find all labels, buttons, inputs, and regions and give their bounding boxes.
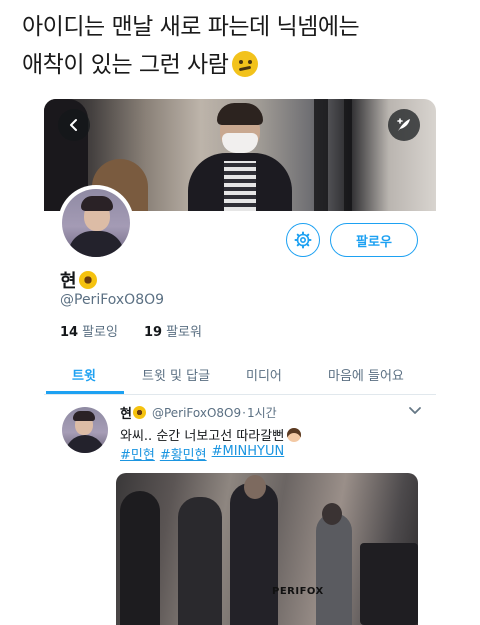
settings-button[interactable] (286, 223, 320, 257)
caption-line-1: 아이디는 맨날 새로 파는데 닉넴에는 (22, 14, 360, 40)
media-figure (316, 513, 352, 625)
hashtag-link[interactable]: #MINHYUN (212, 444, 285, 463)
following-stat[interactable]: 14 팔로잉 (60, 321, 118, 340)
profile-display-name: 현 (60, 267, 97, 293)
compose-feather-icon (397, 118, 410, 131)
media-object (360, 543, 418, 625)
back-button[interactable] (58, 109, 90, 141)
banner-stripe (344, 99, 352, 211)
followers-label: 팔로워 (166, 325, 202, 340)
person-emoji-icon (287, 428, 302, 442)
media-figure (120, 491, 160, 625)
follow-button[interactable]: 팔로우 (330, 223, 418, 257)
profile-avatar[interactable] (58, 185, 134, 261)
profile-tabs: 트윗 트윗 및 답글 미디어 마음에 들어요 (44, 355, 436, 395)
caption-line-2-text: 애착이 있는 그런 사람 (22, 52, 229, 78)
banner-person (184, 103, 294, 211)
tweet-timestamp[interactable]: 1시간 (247, 404, 277, 421)
tweet-author-name[interactable]: 현 (120, 403, 132, 422)
media-figure (230, 483, 278, 625)
active-tab-indicator (46, 391, 124, 394)
tweet-body: 와씨.. 순간 너보고선 따라갈뻔 (120, 429, 285, 444)
tab-likes[interactable]: 마음에 들어요 (328, 365, 404, 384)
media-figure (178, 497, 222, 625)
following-count: 14 (60, 325, 79, 340)
following-label: 팔로잉 (82, 325, 118, 340)
tab-media[interactable]: 미디어 (246, 365, 282, 384)
tweet-text: 와씨.. 순간 너보고선 따라갈뻔 (120, 425, 302, 444)
display-name-text: 현 (60, 271, 77, 292)
sunflower-icon (132, 406, 146, 419)
profile-card: 팔로우 현 @PeriFoxO8O9 14 팔로잉 19 팔로워 트윗 트윗 및 답… (44, 99, 436, 625)
media-watermark: PERIFOX (272, 586, 324, 597)
gear-icon (294, 231, 312, 249)
banner-stripe (314, 99, 328, 211)
thinking-face-icon (232, 51, 259, 77)
hashtag-link[interactable]: #민현 (120, 444, 155, 463)
tab-tweets[interactable]: 트윗 (72, 365, 96, 384)
caption-line-2: 애착이 있는 그런 사람 (22, 46, 462, 84)
profile-stats: 14 팔로잉 19 팔로워 (60, 321, 202, 340)
caption-text: 아이디는 맨날 새로 파는데 닉넴에는 애착이 있는 그런 사람 (22, 8, 462, 84)
followers-count: 19 (143, 325, 163, 340)
tweet-author-handle: @PeriFoxO8O9 (151, 405, 242, 420)
tweet-menu-button[interactable] (408, 403, 422, 422)
media-figure-head (322, 503, 342, 525)
chevron-left-icon (70, 119, 77, 131)
sunflower-icon (78, 271, 97, 289)
hashtag-link[interactable]: #황민현 (160, 444, 207, 463)
chevron-down-icon (409, 407, 421, 414)
compose-tweet-button[interactable] (388, 109, 420, 141)
tweet-header: 현 @PeriFoxO8O9 · 1시간 (120, 403, 277, 423)
profile-handle: @PeriFoxO8O9 (60, 292, 165, 308)
followers-stat[interactable]: 19 팔로워 (144, 321, 202, 340)
tweet-separator: · (242, 405, 246, 420)
tweet-hashtags: #민현 #황민현 #MINHYUN (120, 444, 284, 463)
media-figure-head (244, 475, 266, 499)
tweet-author-avatar[interactable] (62, 407, 108, 453)
tweet-media-image[interactable]: PERIFOX (116, 473, 418, 625)
tab-tweets-and-replies[interactable]: 트윗 및 답글 (142, 365, 210, 384)
